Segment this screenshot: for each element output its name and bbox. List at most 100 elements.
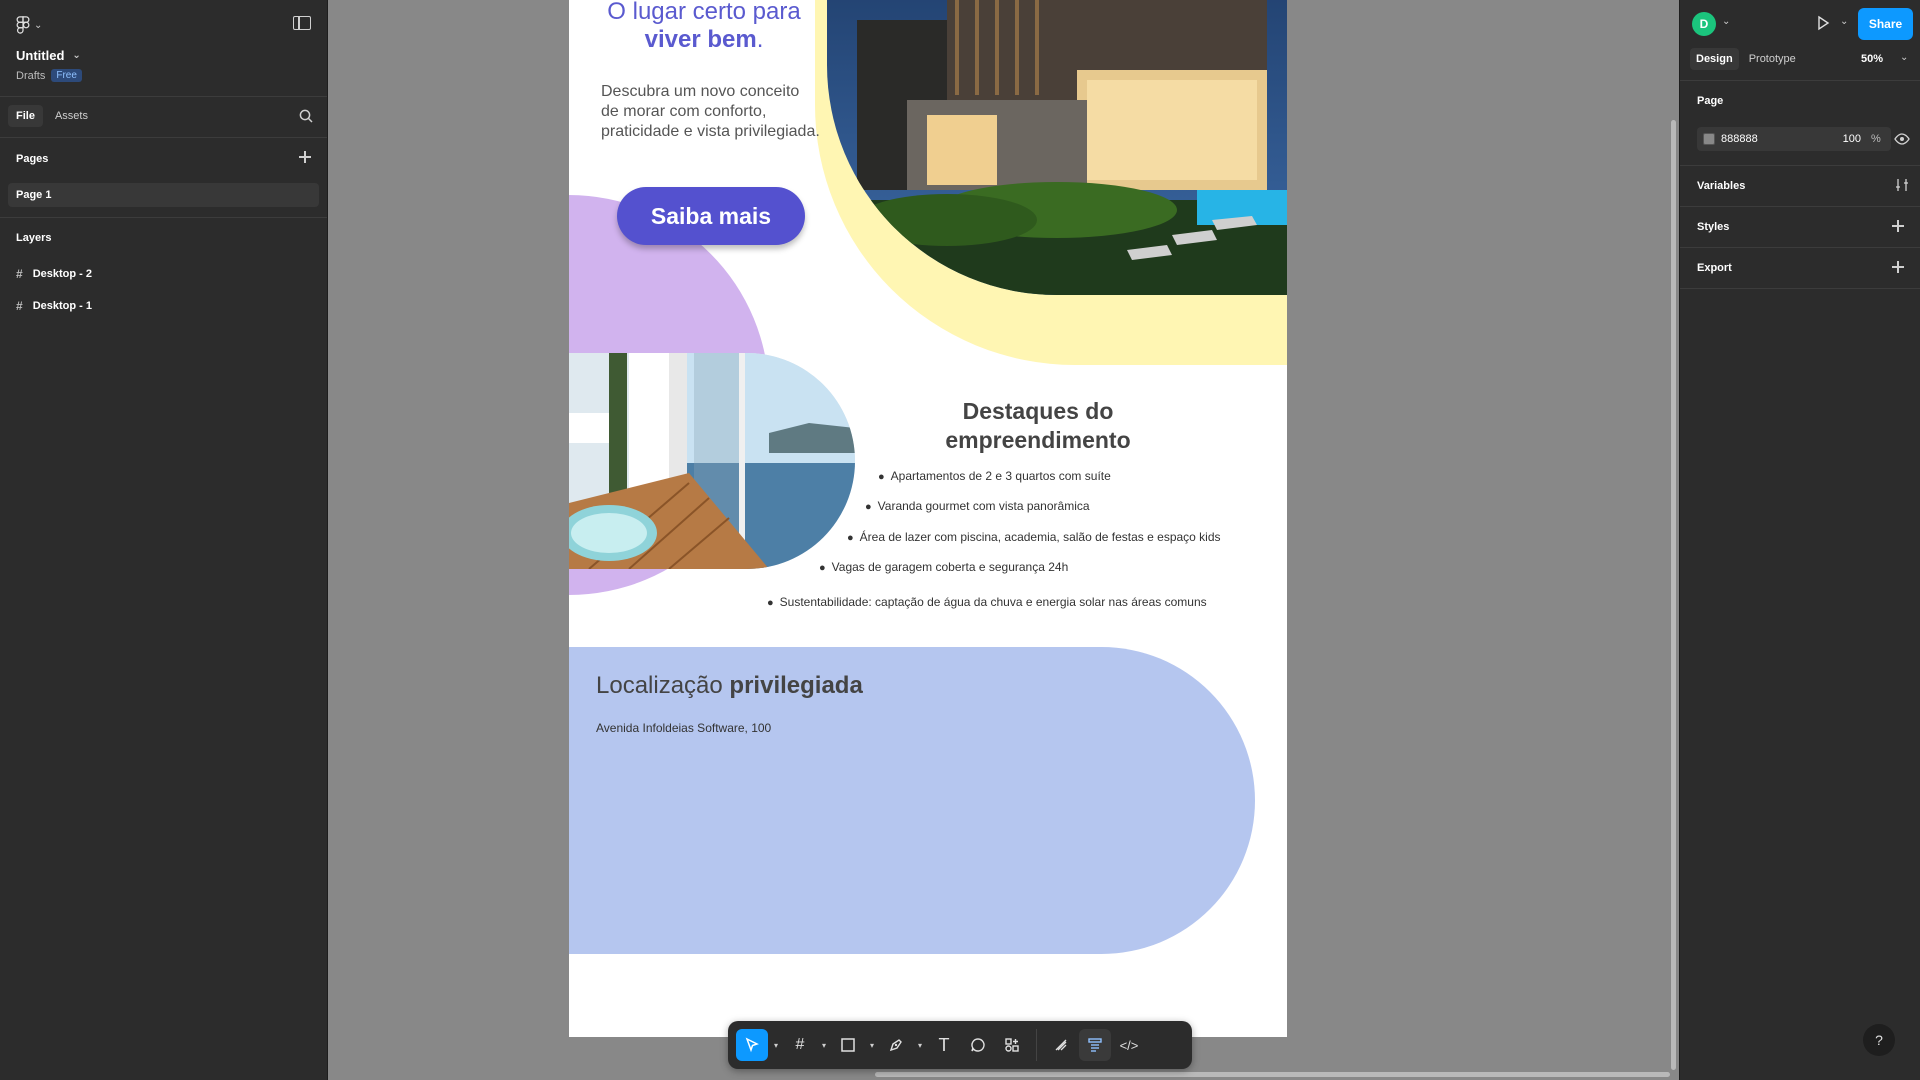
divider bbox=[0, 217, 327, 218]
file-title[interactable]: Untitled ⌄ bbox=[16, 48, 81, 63]
hero-title-line1: O lugar certo para bbox=[607, 0, 801, 25]
components-icon bbox=[1005, 1038, 1019, 1052]
opacity-unit: % bbox=[1871, 133, 1881, 145]
toggle-sidebar-icon[interactable] bbox=[293, 16, 311, 30]
feature-item[interactable]: Área de lazer com piscina, academia, sal… bbox=[847, 530, 1221, 544]
chevron-down-icon[interactable]: ▾ bbox=[818, 1041, 830, 1050]
tab-file[interactable]: File bbox=[8, 105, 43, 127]
export-header[interactable]: Export bbox=[1697, 262, 1732, 274]
divider bbox=[1680, 206, 1920, 207]
chevron-down-icon: ⌄ bbox=[72, 50, 81, 61]
chevron-down-icon[interactable]: ▾ bbox=[770, 1041, 782, 1050]
draw-mode-button[interactable] bbox=[1045, 1029, 1077, 1061]
variables-header[interactable]: Variables bbox=[1697, 180, 1745, 192]
desktop-frame[interactable]: O lugar certo para viver bem. Descubra u… bbox=[569, 0, 1287, 1037]
design-mode-icon bbox=[1088, 1038, 1102, 1052]
styles-header[interactable]: Styles bbox=[1697, 221, 1729, 233]
pen-icon bbox=[889, 1039, 902, 1052]
right-panel: D ⌄ ⌄ Share Design Prototype 50% ⌄ Page … bbox=[1679, 0, 1920, 1080]
text-tool-button[interactable]: T bbox=[928, 1029, 960, 1061]
feature-item[interactable]: Vagas de garagem coberta e segurança 24h bbox=[819, 560, 1069, 574]
chevron-down-icon[interactable]: ▾ bbox=[914, 1041, 926, 1050]
zoom-level[interactable]: 50% bbox=[1861, 53, 1883, 65]
add-page-plus-icon[interactable] bbox=[299, 151, 311, 163]
chevron-down-icon[interactable]: ⌄ bbox=[1840, 16, 1848, 27]
plan-badge: Free bbox=[51, 69, 82, 82]
saiba-mais-button[interactable]: Saiba mais bbox=[617, 187, 805, 245]
ocean-illustration bbox=[569, 353, 855, 569]
pages-header: Pages bbox=[16, 153, 49, 165]
color-swatch[interactable] bbox=[1703, 133, 1715, 145]
comment-tool-button[interactable] bbox=[962, 1029, 994, 1061]
play-icon[interactable] bbox=[1815, 15, 1831, 31]
frame-tool-button[interactable]: # bbox=[784, 1029, 816, 1061]
tab-assets[interactable]: Assets bbox=[47, 105, 96, 127]
eye-icon[interactable] bbox=[1894, 131, 1910, 147]
share-button[interactable]: Share bbox=[1858, 8, 1913, 40]
left-tabs: File Assets bbox=[8, 105, 96, 127]
chevron-down-icon: ⌄ bbox=[34, 19, 43, 31]
frame-icon: # bbox=[16, 299, 23, 313]
ocean-view-image[interactable] bbox=[569, 353, 855, 569]
cursor-icon bbox=[745, 1037, 759, 1053]
layers-header: Layers bbox=[16, 232, 52, 244]
layer-label: Desktop - 1 bbox=[32, 300, 92, 312]
move-tool-button[interactable] bbox=[736, 1029, 768, 1061]
chevron-down-icon[interactable]: ▾ bbox=[866, 1041, 878, 1050]
feature-item[interactable]: Varanda gourmet com vista panorâmica bbox=[865, 499, 1090, 513]
add-style-plus-icon[interactable] bbox=[1892, 220, 1904, 232]
vertical-scrollbar[interactable] bbox=[1671, 120, 1676, 1070]
feature-item[interactable]: Apartamentos de 2 e 3 quartos com suíte bbox=[878, 469, 1111, 483]
feature-item[interactable]: Sustentabilidade: captação de água da ch… bbox=[767, 595, 1207, 609]
horizontal-scrollbar[interactable] bbox=[875, 1072, 1670, 1077]
help-button[interactable]: ? bbox=[1863, 1024, 1895, 1056]
page-item-1[interactable]: Page 1 bbox=[8, 183, 319, 207]
location-title[interactable]: Localização privilegiada bbox=[596, 672, 863, 700]
hero-title[interactable]: O lugar certo para viver bem. bbox=[599, 0, 809, 54]
layer-desktop-1[interactable]: # Desktop - 1 bbox=[16, 299, 92, 313]
highlights-title[interactable]: Destaques do empreendimento bbox=[925, 397, 1151, 455]
page-section-header: Page bbox=[1697, 95, 1724, 107]
tab-design[interactable]: Design bbox=[1690, 48, 1739, 70]
comment-icon bbox=[971, 1038, 985, 1052]
hero-title-bold: viver bem bbox=[644, 26, 757, 53]
layer-label: Desktop - 2 bbox=[32, 268, 92, 280]
hero-description[interactable]: Descubra um novo conceito de morar com c… bbox=[601, 82, 821, 142]
frame-icon: # bbox=[16, 267, 23, 281]
page-color-hex[interactable]: 888888 bbox=[1721, 133, 1831, 145]
page-color-field[interactable]: 888888 100 % bbox=[1697, 127, 1891, 151]
add-export-plus-icon[interactable] bbox=[1892, 261, 1904, 273]
figma-logo-icon bbox=[16, 16, 30, 34]
chevron-down-icon[interactable]: ⌄ bbox=[1900, 52, 1908, 63]
design-mode-button[interactable] bbox=[1079, 1029, 1111, 1061]
page-opacity[interactable]: 100 bbox=[1831, 133, 1861, 145]
left-panel: ⌄ Untitled ⌄ Drafts Free File Assets Pag… bbox=[0, 0, 328, 1080]
tab-prototype[interactable]: Prototype bbox=[1743, 48, 1802, 70]
location-title-bold: privilegiada bbox=[729, 672, 863, 699]
search-icon[interactable] bbox=[299, 109, 313, 123]
frame-icon: # bbox=[795, 1036, 805, 1053]
canvas[interactable]: O lugar certo para viver bem. Descubra u… bbox=[329, 0, 1679, 1080]
location-address[interactable]: Avenida Infoldeias Software, 100 bbox=[596, 721, 771, 735]
divider bbox=[0, 137, 327, 138]
divider bbox=[1680, 288, 1920, 289]
divider bbox=[1680, 80, 1920, 81]
rectangle-icon bbox=[841, 1038, 855, 1052]
divider bbox=[0, 96, 327, 97]
actions-button[interactable] bbox=[996, 1029, 1028, 1061]
right-tabs: Design Prototype bbox=[1690, 48, 1802, 70]
text-icon: T bbox=[938, 1034, 950, 1055]
location-title-regular: Localização bbox=[596, 672, 723, 699]
layer-desktop-2[interactable]: # Desktop - 2 bbox=[16, 267, 92, 281]
hero-title-end: . bbox=[756, 26, 764, 53]
variables-settings-icon[interactable] bbox=[1895, 178, 1909, 192]
draw-icon bbox=[1055, 1039, 1067, 1051]
user-avatar[interactable]: D bbox=[1692, 12, 1716, 36]
pen-tool-button[interactable] bbox=[880, 1029, 912, 1061]
drafts-label[interactable]: Drafts bbox=[16, 70, 45, 82]
shape-tool-button[interactable] bbox=[832, 1029, 864, 1061]
main-menu-button[interactable]: ⌄ bbox=[16, 16, 42, 34]
dev-mode-button[interactable]: </> bbox=[1113, 1029, 1145, 1061]
chevron-down-icon[interactable]: ⌄ bbox=[1722, 16, 1730, 27]
toolbar-divider bbox=[1036, 1029, 1037, 1061]
